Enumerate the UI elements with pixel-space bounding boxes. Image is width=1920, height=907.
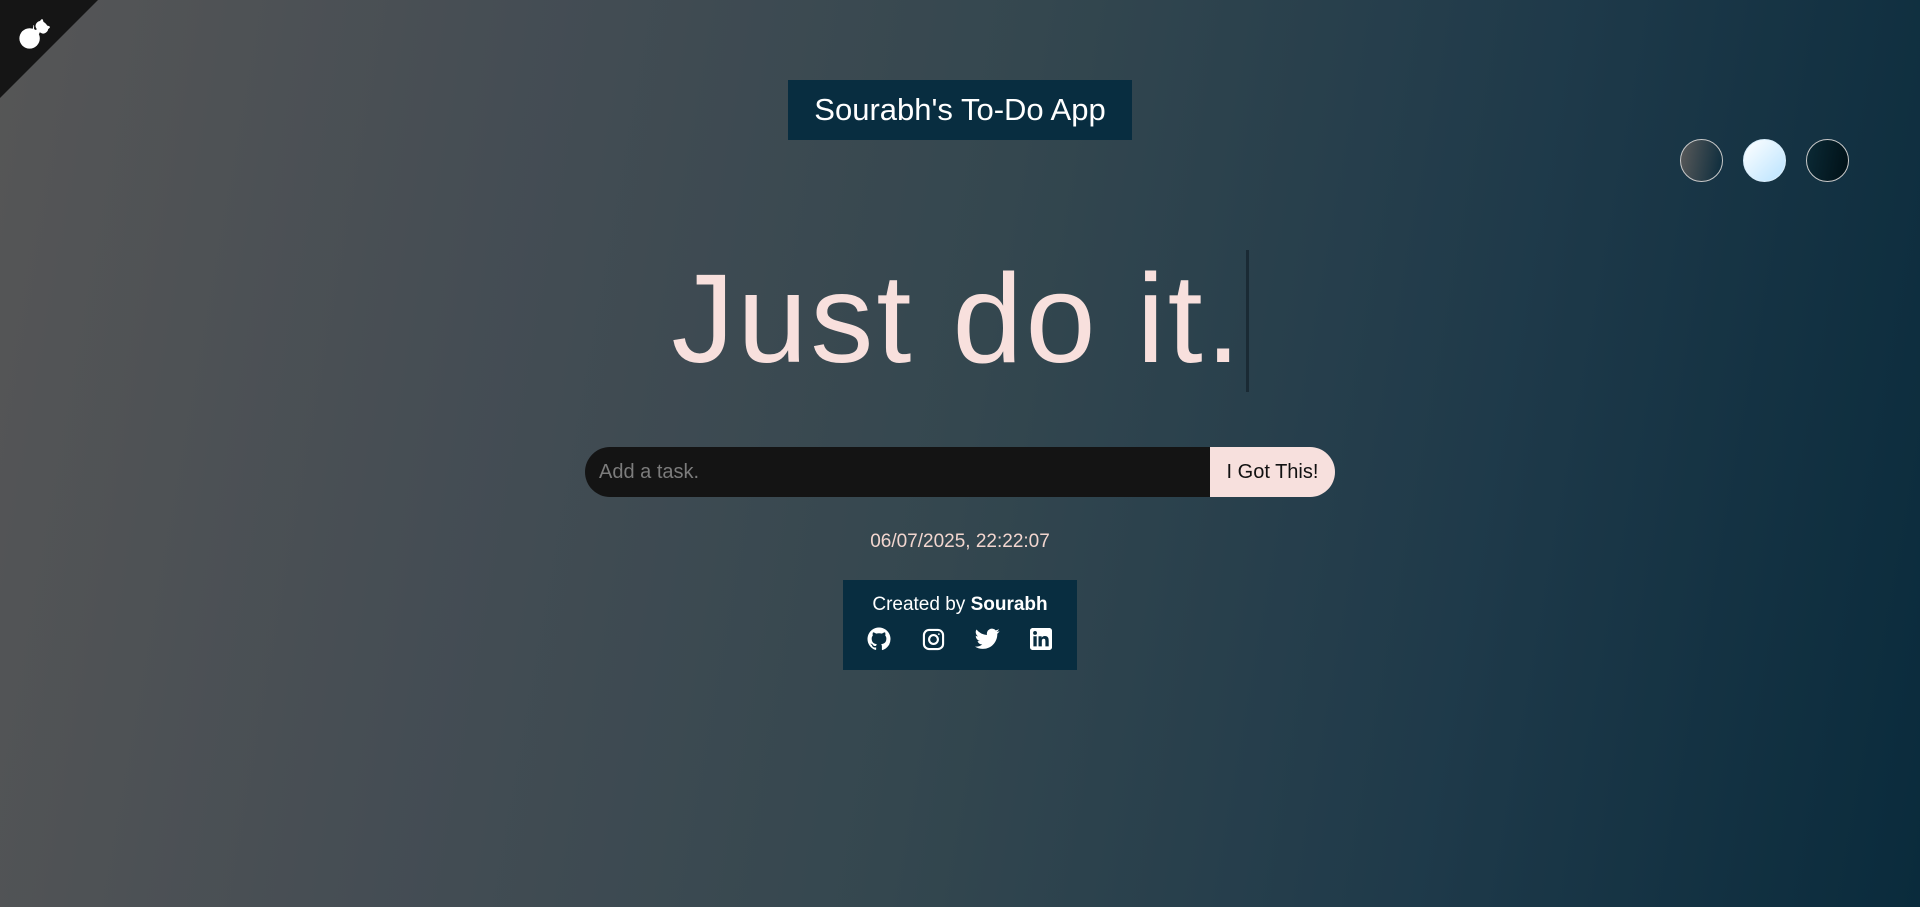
theme-darker-button[interactable] bbox=[1806, 139, 1849, 182]
theme-standard-button[interactable] bbox=[1680, 139, 1723, 182]
instagram-icon bbox=[922, 628, 944, 650]
twitter-link[interactable] bbox=[974, 626, 1000, 652]
twitter-icon bbox=[974, 628, 1000, 649]
github-link[interactable] bbox=[866, 626, 892, 652]
app-title: Sourabh's To-Do App bbox=[788, 80, 1132, 140]
theme-light-button[interactable] bbox=[1743, 139, 1786, 182]
social-links bbox=[843, 626, 1077, 652]
credit-author: Sourabh bbox=[970, 594, 1048, 615]
instagram-link[interactable] bbox=[920, 626, 946, 652]
add-task-button[interactable]: I Got This! bbox=[1210, 447, 1335, 497]
datetime-display: 06/07/2025, 22:22:07 bbox=[870, 531, 1050, 552]
github-octocat-icon bbox=[19, 19, 51, 49]
task-input[interactable] bbox=[585, 447, 1210, 497]
headline-text: Just do it. bbox=[671, 248, 1244, 389]
linkedin-icon bbox=[1030, 628, 1052, 650]
theme-selector bbox=[1680, 139, 1869, 182]
headline: Just do it. bbox=[0, 246, 1920, 400]
credit-panel: Created by Sourabh bbox=[843, 580, 1077, 670]
task-form: I Got This! bbox=[585, 447, 1335, 497]
github-icon bbox=[867, 627, 891, 651]
typing-cursor bbox=[1245, 249, 1249, 392]
credit-line: Created by Sourabh bbox=[843, 594, 1077, 616]
github-corner-link[interactable] bbox=[0, 0, 98, 98]
credit-prefix: Created by bbox=[872, 594, 966, 615]
linkedin-link[interactable] bbox=[1028, 626, 1054, 652]
